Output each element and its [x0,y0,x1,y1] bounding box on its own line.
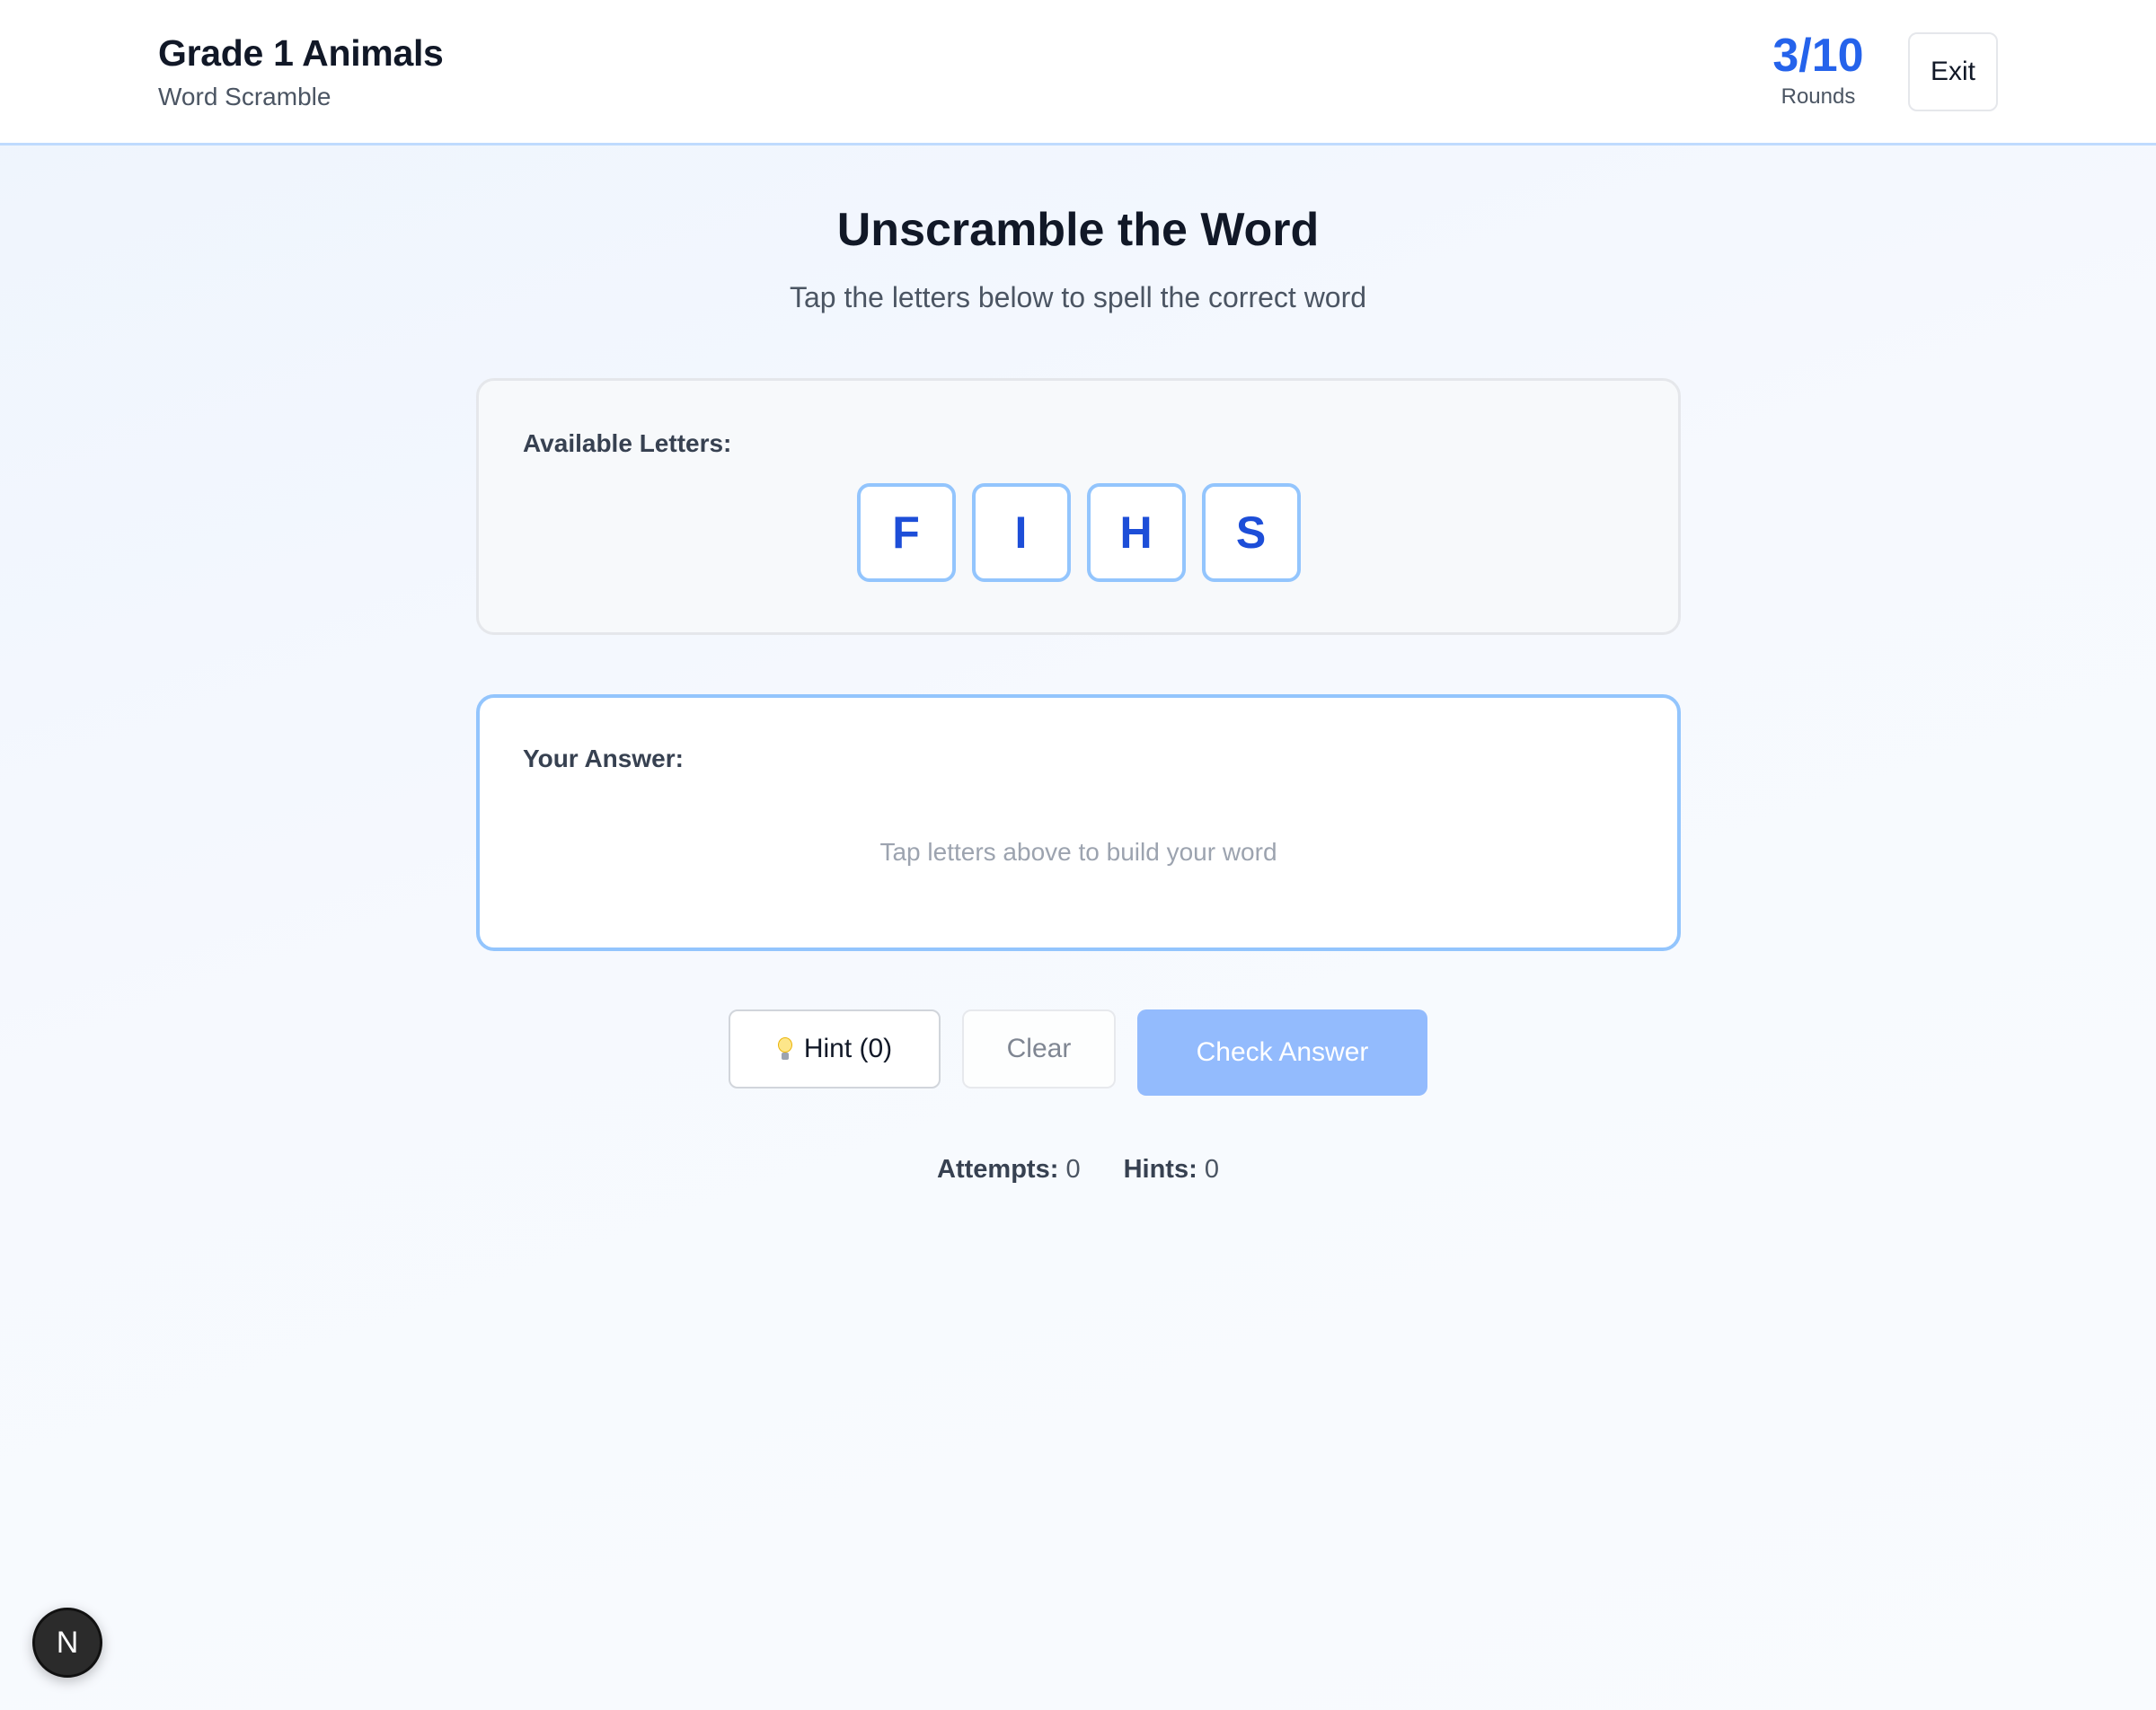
rounds-counter: 3/10 Rounds [1746,29,1890,110]
app-header: Grade 1 Animals Word Scramble 3/10 Round… [0,0,2156,145]
answer-panel[interactable]: Your Answer: Tap letters above to build … [476,694,1681,951]
hint-button-label: Hint (0) [803,1034,893,1063]
page-title: Unscramble the Word [836,204,1320,256]
attempts-stat: Attempts: 0 [937,1155,1081,1185]
available-letters-panel: Available Letters: F I H S [476,378,1681,635]
dev-tools-badge[interactable]: N [32,1608,102,1678]
attempts-value: 0 [1065,1155,1081,1184]
hints-value: 0 [1204,1155,1219,1184]
answer-placeholder: Tap letters above to build your word [879,838,1277,866]
stats-row: Attempts: 0 Hints: 0 [0,1155,2156,1185]
answer-label: Your Answer: [523,745,684,772]
letter-tile[interactable]: S [1201,483,1301,582]
letter-tile[interactable]: H [1086,483,1186,582]
lightbulb-icon [777,1037,793,1061]
hints-stat: Hints: 0 [1124,1155,1219,1185]
available-letters-label: Available Letters: [523,429,732,457]
rounds-value: 3/10 [1772,30,1864,82]
hint-button[interactable]: Hint (0) [729,1009,941,1089]
quiz-title: Grade 1 Animals [158,32,444,74]
check-answer-button[interactable]: Check Answer [1137,1009,1427,1096]
clear-button[interactable]: Clear [962,1009,1116,1089]
letter-tile[interactable]: F [856,483,956,582]
game-type-label: Word Scramble [158,83,331,110]
page-instructions: Tap the letters below to spell the corre… [789,281,1367,313]
hints-label: Hints: [1123,1155,1197,1184]
exit-button[interactable]: Exit [1908,32,1998,111]
attempts-label: Attempts: [937,1155,1059,1184]
letter-tile[interactable]: I [971,483,1071,582]
letter-tiles: F I H S [479,483,1678,582]
rounds-label: Rounds [1780,84,1856,109]
